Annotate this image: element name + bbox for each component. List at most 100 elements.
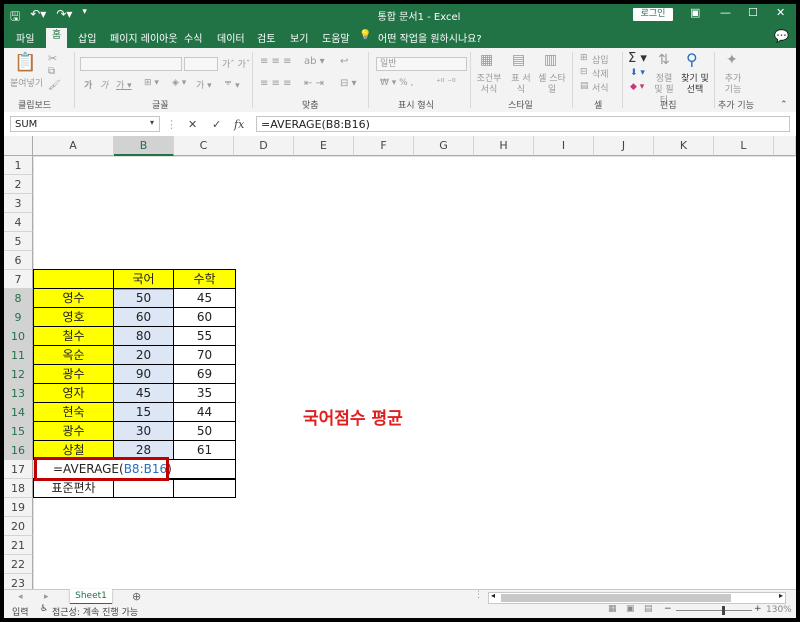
column-header-l[interactable]: L [714,136,774,156]
cell-c7[interactable]: 수학 [173,269,236,289]
tab-formulas[interactable]: 수식 [184,30,202,45]
zoom-out-icon[interactable]: − [664,604,672,614]
row-header-5[interactable]: 5 [4,232,33,251]
tab-review[interactable]: 검토 [257,30,275,45]
row-header-2[interactable]: 2 [4,175,33,194]
column-header-h[interactable]: H [474,136,534,156]
font-color-icon[interactable]: 가 ▾ [196,78,212,91]
row-header-19[interactable]: 19 [4,498,33,517]
row-header-22[interactable]: 22 [4,555,33,574]
row-header-16[interactable]: 16 [4,441,33,460]
normal-view-icon[interactable]: ▦ [608,604,617,614]
tab-data[interactable]: 데이터 [217,30,245,45]
zoom-level[interactable]: 130% [766,605,792,615]
cell-a13[interactable]: 영자 [33,383,114,403]
font-name-dropdown[interactable] [80,57,182,71]
hscroll-thumb[interactable] [501,594,731,602]
new-sheet-icon[interactable]: ⊕ [132,590,141,603]
scroll-right-sheet-icon[interactable]: ▸ [44,592,49,602]
cell-styles-icon[interactable]: ▥ [544,52,557,68]
enter-icon[interactable]: ✓ [212,118,221,131]
formula-input[interactable]: =AVERAGE(B8:B16) [256,116,790,132]
cell-a18[interactable]: 표준편차 [33,479,114,498]
cell-b7[interactable]: 국어 [113,269,174,289]
column-header-j[interactable]: J [594,136,654,156]
accessibility-status[interactable]: 접근성: 계속 진행 가능 [52,605,138,618]
cell-c16[interactable]: 61 [173,440,236,460]
sheet-tab-sheet1[interactable]: Sheet1 [70,589,112,605]
cell-a9[interactable]: 영호 [33,307,114,327]
login-button[interactable]: 로그인 [633,8,673,21]
hscroll-left-icon[interactable]: ◂ [491,591,495,600]
cell-c8[interactable]: 45 [173,288,236,308]
row-header-10[interactable]: 10 [4,327,33,346]
decimal-icon[interactable]: ⁺⁰ ⁻⁰ [436,78,456,88]
name-box[interactable]: SUM [10,116,160,132]
copy-icon[interactable]: ⧉ [48,66,55,77]
row-header-15[interactable]: 15 [4,422,33,441]
align-left-icon[interactable]: ≡ ≡ ≡ [260,78,292,89]
row-header-4[interactable]: 4 [4,213,33,232]
bold-icon[interactable]: 가 [84,78,92,91]
cell-a11[interactable]: 옥순 [33,345,114,365]
format-cells-icon[interactable]: ▤ [580,81,589,91]
find-select-button[interactable]: 찾기 및 선택 [680,74,710,96]
horizontal-scrollbar[interactable]: ◂ ▸ [488,591,786,604]
row-header-3[interactable]: 3 [4,194,33,213]
cell-a10[interactable]: 철수 [33,326,114,346]
tab-home[interactable]: 홈 [46,28,68,48]
cut-icon[interactable]: ✂ [48,52,57,65]
column-header-d[interactable]: D [234,136,294,156]
cell-c11[interactable]: 70 [173,345,236,365]
sort-filter-icon[interactable]: ⇅ [658,52,670,68]
delete-cells-icon[interactable]: ⊟ [580,67,588,77]
underline-icon[interactable]: 가 ▾ [116,78,132,91]
column-header-a[interactable]: A [33,136,114,156]
cells-area[interactable]: 국어 수학 영수 50 45 영호 60 60 철수 80 55 옥순 20 70 광수 90 69 영자 45 35… [33,156,796,589]
close-icon[interactable]: ✕ [776,6,785,19]
tab-view[interactable]: 보기 [290,30,308,45]
row-header-6[interactable]: 6 [4,251,33,270]
cell-c18[interactable] [173,479,236,498]
conditional-format-button[interactable]: 조건부 서식 [476,74,502,96]
cell-a14[interactable]: 현숙 [33,402,114,422]
row-header-9[interactable]: 9 [4,308,33,327]
cell-b18[interactable] [113,479,174,498]
row-header-12[interactable]: 12 [4,365,33,384]
save-icon[interactable]: 🖫 [10,7,20,28]
cell-c14[interactable]: 44 [173,402,236,422]
zoom-slider-thumb[interactable] [722,606,725,615]
cell-b11[interactable]: 20 [113,345,174,365]
ribbon-display-options-icon[interactable]: ▣ [690,6,700,19]
hscroll-right-icon[interactable]: ▸ [779,591,783,600]
row-header-20[interactable]: 20 [4,517,33,536]
find-select-icon[interactable]: ⚲ [686,50,698,69]
row-header-11[interactable]: 11 [4,346,33,365]
row-header-8[interactable]: 8 [4,289,33,308]
cell-a15[interactable]: 광수 [33,421,114,441]
format-painter-icon[interactable]: 🖌 [48,80,61,91]
column-header-f[interactable]: F [354,136,414,156]
conditional-format-icon[interactable]: ▦ [480,52,493,68]
row-header-17[interactable]: 17 [4,460,33,479]
paste-button[interactable]: 붙여넣기 [10,76,43,89]
page-break-view-icon[interactable]: ▤ [644,604,653,614]
zoom-in-icon[interactable]: + [754,604,762,614]
delete-cells-button[interactable]: 삭제 [592,67,609,80]
insert-function-icon[interactable]: fx [234,118,244,131]
cell-a12[interactable]: 광수 [33,364,114,384]
cell-b13[interactable]: 45 [113,383,174,403]
cancel-icon[interactable]: ✕ [188,118,197,131]
autosum-icon[interactable]: Σ ▾ [628,51,647,66]
cell-c9[interactable]: 60 [173,307,236,327]
merge-center-icon[interactable]: ⊟ ▾ [340,78,357,89]
cell-b10[interactable]: 80 [113,326,174,346]
addins-icon[interactable]: ✦ [726,52,738,68]
fill-color-icon[interactable]: ◈ ▾ [172,78,186,88]
cell-b15[interactable]: 30 [113,421,174,441]
border-icon[interactable]: ⊞ ▾ [144,78,159,88]
minimize-icon[interactable]: — [720,6,731,19]
cell-b8[interactable]: 50 [113,288,174,308]
cell-b14[interactable]: 15 [113,402,174,422]
insert-cells-icon[interactable]: ⊞ [580,53,588,63]
